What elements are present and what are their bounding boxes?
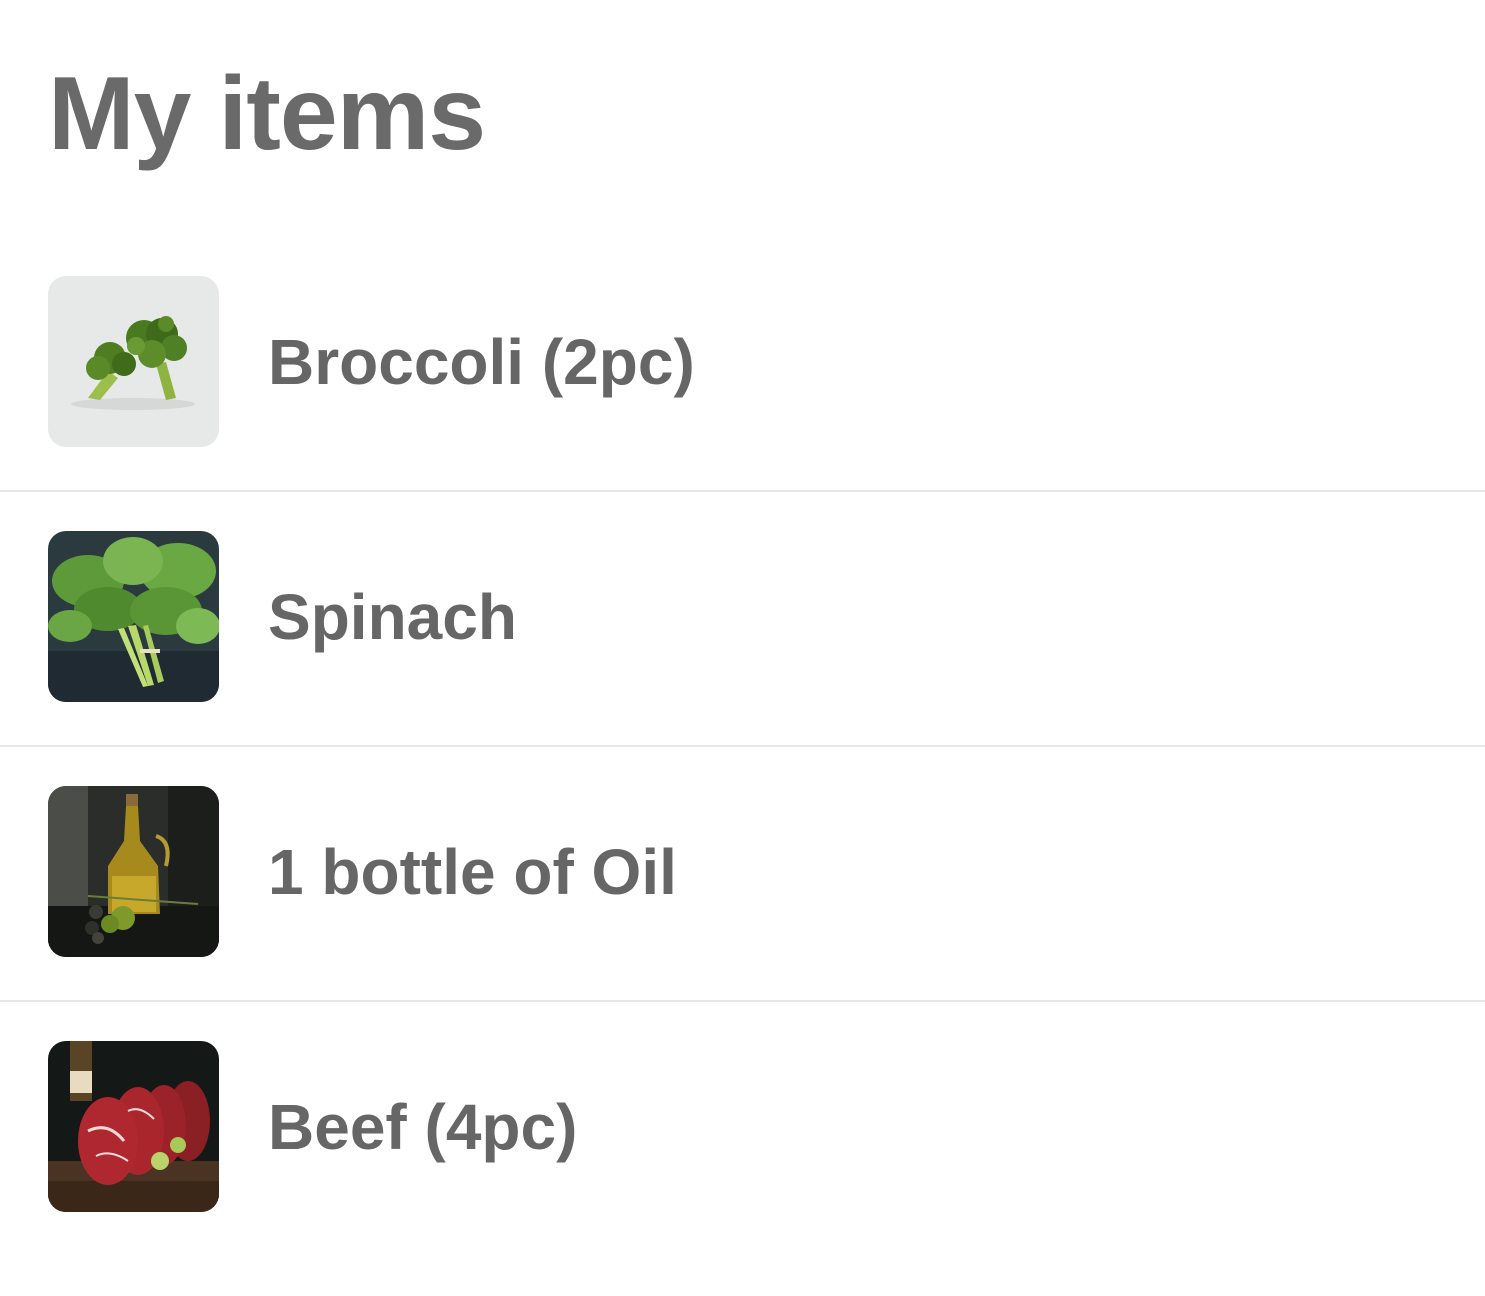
item-label: Broccoli (2pc) bbox=[268, 326, 695, 398]
broccoli-image bbox=[48, 276, 219, 447]
page-title: My items bbox=[48, 56, 486, 172]
item-label: 1 bottle of Oil bbox=[268, 836, 677, 908]
item-label: Spinach bbox=[268, 581, 517, 653]
beef-image bbox=[48, 1041, 219, 1212]
spinach-image bbox=[48, 531, 219, 702]
item-list: Broccoli (2pc) Spinach 1 bottle of Oil B… bbox=[0, 237, 1485, 1255]
list-item-beef[interactable]: Beef (4pc) bbox=[0, 1002, 1485, 1255]
list-item-oil[interactable]: 1 bottle of Oil bbox=[0, 747, 1485, 1002]
oil-bottle-image bbox=[48, 786, 219, 957]
list-item-broccoli[interactable]: Broccoli (2pc) bbox=[0, 237, 1485, 492]
list-item-spinach[interactable]: Spinach bbox=[0, 492, 1485, 747]
item-label: Beef (4pc) bbox=[268, 1091, 578, 1163]
